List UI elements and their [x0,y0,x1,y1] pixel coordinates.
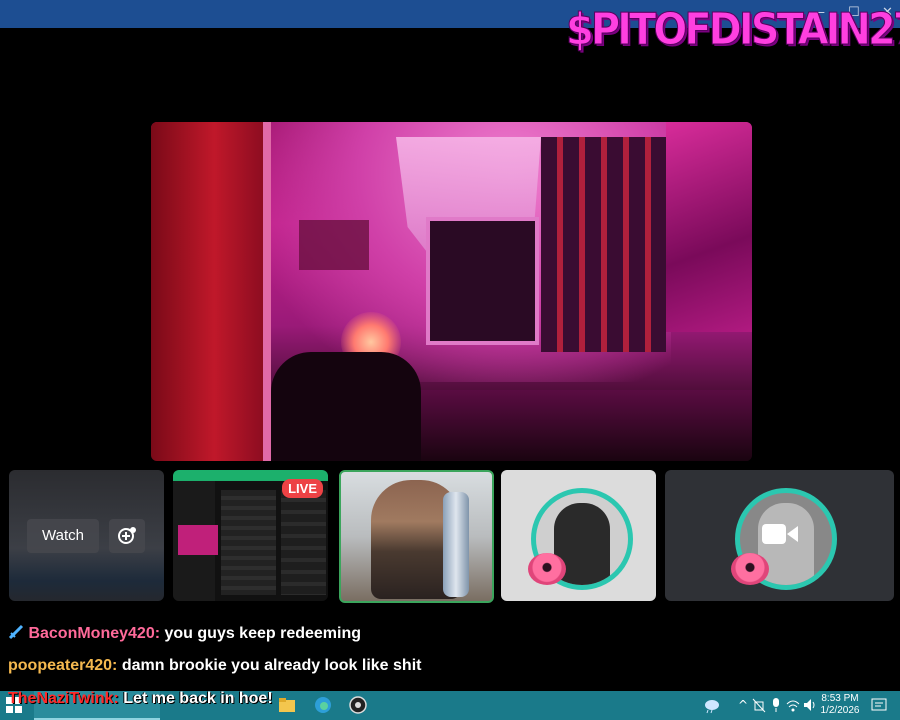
edge-browser-icon[interactable] [314,696,332,714]
main-video-feed[interactable] [151,122,752,461]
streamer-name-overlay: $PITOFDISTAIN27 [566,5,900,56]
chat-message: poopeater420: damn brookie you already l… [8,657,421,675]
chat-text: you guys keep redeeming [164,625,362,642]
live-badge: LIVE [282,479,323,498]
volume-icon[interactable] [803,696,817,714]
add-circle-icon [118,527,136,544]
participant-tile-camera-speaking[interactable] [339,470,494,603]
taskbar-clock[interactable]: 8:53 PM 1/2/2026 [820,693,860,717]
participant-tile-stream-preview[interactable]: Watch [9,470,164,601]
clock-time: 8:53 PM [821,693,859,704]
chat-message: TheNaziTwink: Let me back in hoe! [8,690,273,708]
participant-tile-screen-share[interactable]: LIVE [173,470,328,601]
door-frame [263,122,271,461]
chevron-up-icon[interactable]: ^ [738,698,748,712]
participant-tile-avatar[interactable] [501,470,656,601]
tapestry [666,122,752,332]
chair [271,352,421,461]
chat-text: damn brookie you already look like shit [121,657,422,674]
chat-username[interactable]: TheNaziTwink: [8,690,119,707]
shared-screen-panel [221,490,276,595]
chat-username[interactable]: poopeater420: [8,657,117,674]
wifi-icon[interactable] [786,696,800,714]
clock-date: 1/2/2026 [820,705,860,716]
video-camera-icon [762,524,798,544]
water-bottle [443,492,469,597]
chat-username[interactable]: BaconMoney420: [28,625,160,642]
chat-message: BaconMoney420: you guys keep redeeming [8,624,361,643]
obs-icon[interactable] [349,696,367,714]
flag [541,137,666,352]
add-stream-button[interactable] [109,519,145,553]
sword-icon [8,624,24,640]
chat-text: Let me back in hoe! [123,690,273,707]
wall-photos [299,220,369,270]
file-explorer-icon[interactable] [278,696,296,714]
watch-button[interactable]: Watch [27,519,99,553]
shared-screen-video [178,525,218,555]
donut-decoration-icon [731,553,769,585]
weather-icon[interactable] [702,696,720,714]
bed [421,390,752,461]
door [151,122,266,461]
room-window [426,217,539,345]
shared-screen-chat [281,490,326,595]
donut-decoration-icon [528,553,566,585]
notifications-icon[interactable] [870,696,888,714]
microphone-icon[interactable] [770,696,782,714]
participant-tile-avatar-camera[interactable] [665,470,894,601]
network-off-icon[interactable] [752,696,766,714]
